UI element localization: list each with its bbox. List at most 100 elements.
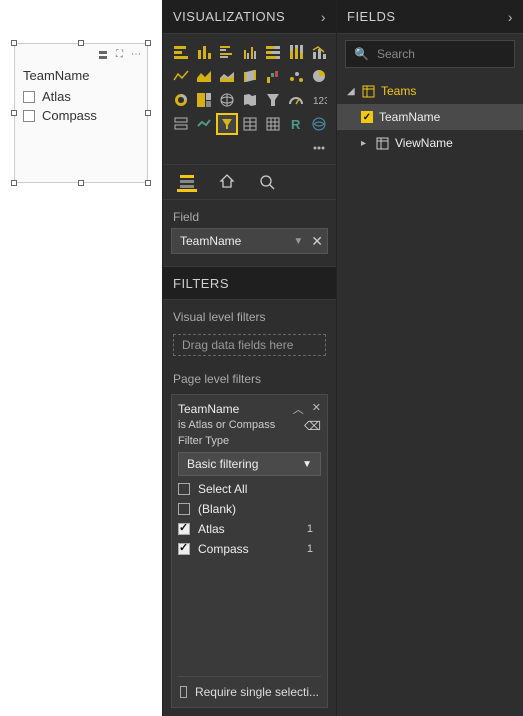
collapse-filter-icon[interactable]: ︿ [293,401,304,417]
checkbox-icon[interactable] [180,686,187,698]
filter-option[interactable]: (Blank) [178,502,321,516]
matrix-icon[interactable] [263,114,283,134]
visual-filters-dropzone[interactable]: Drag data fields here [173,334,326,356]
chevron-right-icon[interactable]: › [321,9,326,25]
line-chart-icon[interactable] [171,66,191,86]
fields-table-teams[interactable]: ◢ Teams [337,78,523,104]
filter-option[interactable]: Select All [178,482,321,496]
waterfall-icon[interactable] [263,66,283,86]
slicer-title: TeamName [15,64,147,87]
fields-tab-icon[interactable] [177,172,197,192]
funnel-icon[interactable] [263,90,283,110]
visualizations-header[interactable]: VISUALIZATIONS › [163,0,336,34]
fields-search-input[interactable]: 🔍 Search [345,40,515,68]
stacked-area-icon[interactable] [217,66,237,86]
kpi-icon[interactable] [194,114,214,134]
card-icon[interactable]: 123 [309,90,329,110]
map-icon[interactable] [217,90,237,110]
stacked-bar-icon[interactable] [171,42,191,62]
clustered-bar-icon[interactable] [217,42,237,62]
field-name: TeamName [379,110,440,124]
filter-type-select[interactable]: Basic filtering ▼ [178,452,321,476]
fields-panel: FIELDS › 🔍 Search ◢ Teams ✓ TeamName ▸ V… [336,0,523,716]
filter-option[interactable]: Compass 1 [178,542,321,556]
resize-handle[interactable] [78,180,84,186]
filled-map-icon[interactable] [240,90,260,110]
panel-title: FIELDS [347,9,396,24]
format-tab-icon[interactable] [217,172,237,192]
checkbox-icon[interactable] [178,503,190,515]
field-section-label: Field [163,200,336,228]
slicer-icon[interactable] [217,114,237,134]
chevron-down-icon[interactable]: ▼ [293,236,303,247]
line-column-icon[interactable] [309,42,329,62]
resize-handle[interactable] [145,40,151,46]
search-icon: 🔍 [354,47,369,61]
table-icon [362,85,375,98]
import-visual-icon[interactable] [309,138,329,158]
remove-filter-icon[interactable]: ✕ [312,401,321,417]
field-well[interactable]: TeamName ▼ ✕ [171,228,328,254]
checkbox-icon[interactable] [178,523,190,535]
focus-mode-icon[interactable]: ⛶ [116,49,123,60]
dropzone-hint: Drag data fields here [182,338,293,352]
visual-more-icon[interactable]: ⋯ [131,49,141,60]
filter-option-count: 1 [307,543,321,555]
svg-text:R: R [291,117,301,132]
stacked-column-icon[interactable] [194,42,214,62]
table-icon[interactable] [240,114,260,134]
resize-handle[interactable] [145,110,151,116]
filters-title: FILTERS [173,276,229,291]
filter-option[interactable]: Atlas 1 [178,522,321,536]
remove-field-icon[interactable]: ✕ [311,233,323,250]
expand-icon[interactable]: ◢ [347,86,356,97]
filter-option-label: (Blank) [198,502,236,516]
field-checkbox-icon[interactable]: ✓ [361,111,373,123]
clustered-column-icon[interactable] [240,42,260,62]
checkbox-icon[interactable] [178,483,190,495]
checkbox-icon[interactable] [23,110,35,122]
analytics-tab-icon[interactable] [257,172,277,192]
stacked-bar-100-icon[interactable] [263,42,283,62]
slicer-option[interactable]: Compass [15,106,147,125]
donut-chart-icon[interactable] [171,90,191,110]
filter-type-label: Filter Type [178,435,321,447]
fields-field-teamname[interactable]: ✓ TeamName [337,104,523,130]
gauge-icon[interactable] [286,90,306,110]
format-tabs [163,164,336,200]
ribbon-chart-icon[interactable] [240,66,260,86]
visual-menu-icon[interactable]: 〓 [98,47,108,62]
resize-handle[interactable] [145,180,151,186]
chevron-right-icon[interactable]: › [508,9,513,25]
fields-header[interactable]: FIELDS › [337,0,523,34]
slicer-option-label: Compass [42,108,97,123]
multi-row-card-icon[interactable] [171,114,191,134]
page-filter-card: TeamName ︿ ✕ is Atlas or Compass ⌫ Filte… [171,394,328,708]
resize-handle[interactable] [11,180,17,186]
checkbox-icon[interactable] [178,543,190,555]
resize-handle[interactable] [11,110,17,116]
area-chart-icon[interactable] [194,66,214,86]
slicer-option[interactable]: Atlas [15,87,147,106]
filter-option-label: Atlas [198,522,225,536]
stacked-column-100-icon[interactable] [286,42,306,62]
filter-option-label: Compass [198,542,249,556]
slicer-visual[interactable]: 〓 ⛶ ⋯ TeamName Atlas Compass [14,43,148,183]
arcgis-map-icon[interactable] [309,114,329,134]
clear-filter-icon[interactable]: ⌫ [304,419,321,433]
resize-handle[interactable] [78,40,84,46]
pie-chart-icon[interactable] [309,66,329,86]
resize-handle[interactable] [11,40,17,46]
chevron-down-icon: ▼ [302,459,312,470]
visualization-gallery: 123 R [163,34,336,164]
require-single-label: Require single selecti... [195,685,319,699]
fields-field-viewname[interactable]: ▸ ViewName [337,130,523,156]
scatter-icon[interactable] [286,66,306,86]
treemap-icon[interactable] [194,90,214,110]
panel-title: VISUALIZATIONS [173,9,285,24]
field-name: ViewName [395,136,453,150]
require-single-selection[interactable]: Require single selecti... [178,676,321,701]
report-canvas[interactable]: 〓 ⛶ ⋯ TeamName Atlas Compass [0,0,162,716]
checkbox-icon[interactable] [23,91,35,103]
r-visual-icon[interactable]: R [286,114,306,134]
